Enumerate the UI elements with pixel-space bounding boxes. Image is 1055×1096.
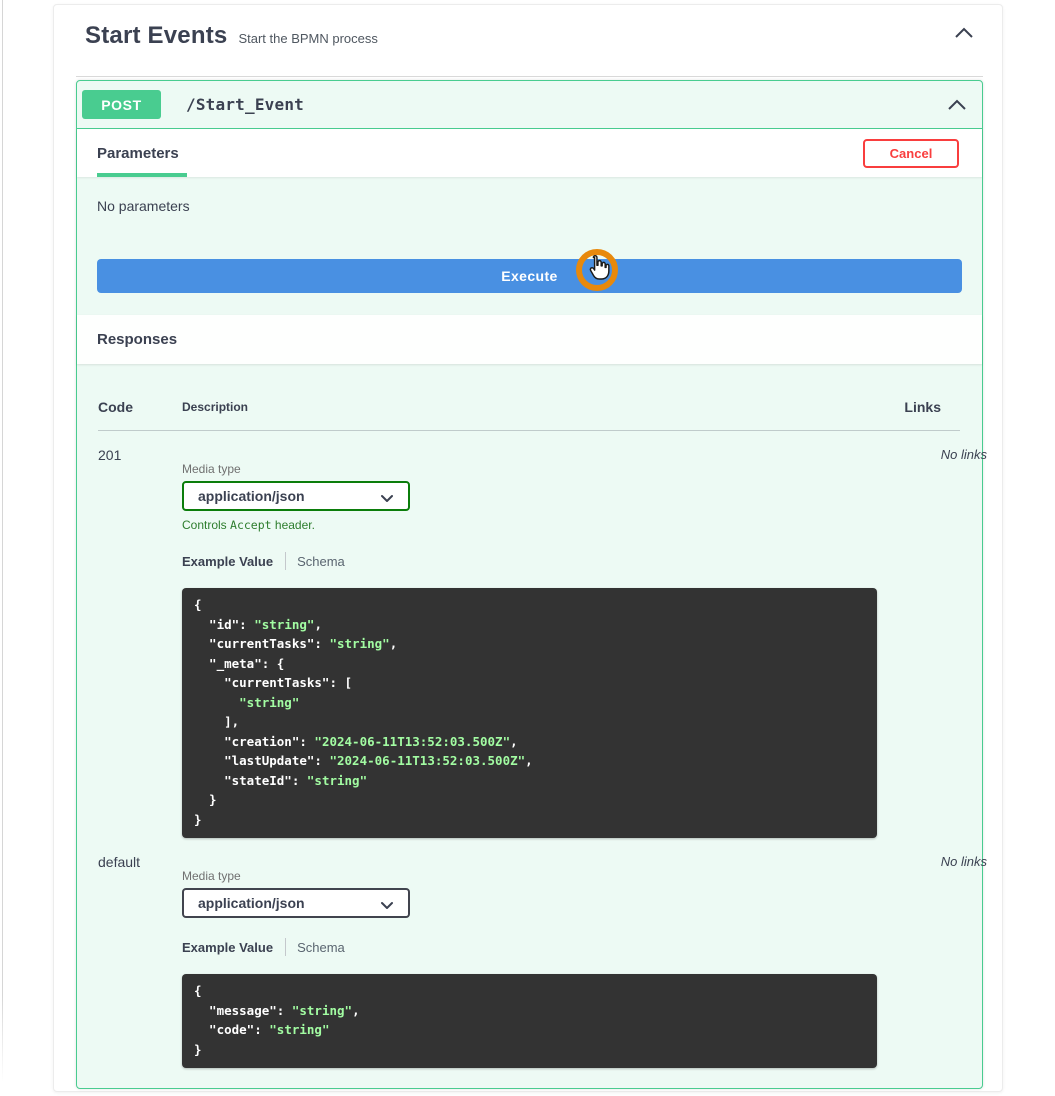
cancel-button[interactable]: Cancel xyxy=(863,138,959,168)
accept-header-note: Controls Accept header. xyxy=(182,518,877,532)
swagger-card: Start Events Start the BPMN process POST… xyxy=(53,4,1003,1092)
http-method-badge: POST xyxy=(82,90,161,119)
opblock-summary[interactable]: POST /Start_Event xyxy=(77,81,982,129)
column-header-links: Links xyxy=(904,399,941,415)
tag-divider xyxy=(76,76,983,77)
example-schema-tabs: Example Value Schema xyxy=(182,938,877,956)
column-header-description: Description xyxy=(182,400,249,414)
no-parameters-message: No parameters xyxy=(97,198,190,214)
parameters-body: No parameters Execute xyxy=(77,177,982,315)
chevron-up-icon xyxy=(955,27,973,38)
tag-section-header: Start Events Start the BPMN process xyxy=(54,5,1002,50)
media-type-label: Media type xyxy=(182,869,241,883)
example-schema-tabs: Example Value Schema xyxy=(182,552,877,570)
column-header-code: Code xyxy=(98,399,133,415)
response-code: default xyxy=(98,854,141,870)
opblock-collapse-button[interactable] xyxy=(944,96,970,114)
responses-table: Code Description Links 201 Media type ap… xyxy=(77,364,987,1088)
example-json-block: { "id": "string", "currentTasks": "strin… xyxy=(182,588,877,838)
tab-example-value[interactable]: Example Value xyxy=(182,940,273,955)
parameters-tab-header: Parameters Cancel xyxy=(77,129,982,177)
media-type-label: Media type xyxy=(182,462,241,476)
opblock-post-start-event: POST /Start_Event Parameters Cancel No p… xyxy=(76,80,987,1089)
section-title: Start Events xyxy=(85,22,228,49)
response-row-201: 201 Media type application/json Controls… xyxy=(98,431,987,838)
responses-section-header: Responses xyxy=(77,315,982,364)
chevron-up-icon xyxy=(948,99,966,110)
accept-note-prefix: Controls xyxy=(182,518,231,532)
example-json-block: { "message": "string", "code": "string"} xyxy=(182,974,877,1068)
response-row-default: default Media type application/json Exam… xyxy=(98,838,987,1068)
response-code: 201 xyxy=(98,447,122,463)
execute-button[interactable]: Execute xyxy=(97,259,962,293)
tab-schema[interactable]: Schema xyxy=(297,940,345,955)
accept-note-code: Accept xyxy=(230,518,272,532)
tabs-separator xyxy=(285,552,287,570)
parameters-tab-underline xyxy=(97,173,187,177)
chevron-down-icon xyxy=(381,495,393,502)
media-type-selected-value: application/json xyxy=(198,895,305,911)
tabs-separator xyxy=(285,938,287,956)
tab-parameters[interactable]: Parameters xyxy=(97,129,187,177)
responses-title: Responses xyxy=(97,331,178,348)
operation-path: /Start_Event xyxy=(186,95,304,114)
media-type-select[interactable]: application/json xyxy=(182,888,410,918)
response-links: No links xyxy=(940,854,987,869)
parameters-tab-label: Parameters xyxy=(97,144,179,162)
page-left-edge-line xyxy=(2,0,3,1082)
media-type-selected-value: application/json xyxy=(198,488,305,504)
chevron-down-icon xyxy=(381,902,393,909)
section-collapse-button[interactable] xyxy=(951,24,977,42)
responses-table-head: Code Description Links xyxy=(98,399,960,415)
execute-row: Execute xyxy=(97,259,962,293)
section-subtitle: Start the BPMN process xyxy=(238,31,378,46)
accept-note-suffix: header. xyxy=(271,518,315,532)
media-type-select[interactable]: application/json xyxy=(182,481,410,511)
response-description-cell: Media type application/json Controls Acc… xyxy=(182,447,877,838)
response-links: No links xyxy=(940,447,987,462)
tab-example-value[interactable]: Example Value xyxy=(182,554,273,569)
tab-schema[interactable]: Schema xyxy=(297,554,345,569)
response-description-cell: Media type application/json Example Valu… xyxy=(182,854,877,1068)
